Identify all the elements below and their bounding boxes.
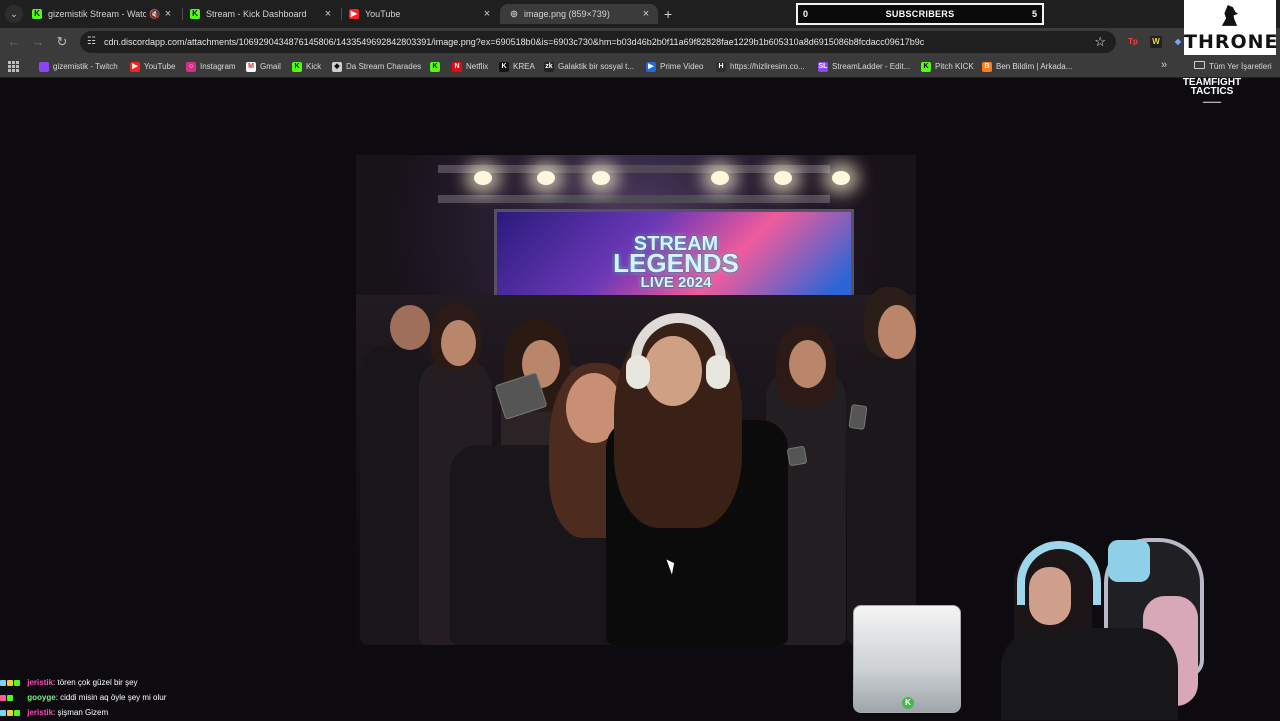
tab-label: YouTube: [365, 9, 401, 19]
close-icon[interactable]: ×: [162, 4, 174, 24]
krea-icon: K: [499, 62, 509, 72]
bookmark-da-stream-charades[interactable]: ◆ Da Stream Charades: [332, 60, 425, 74]
bookmark-instagram[interactable]: ○ Instagram: [186, 60, 241, 74]
reload-button[interactable]: ↻: [52, 32, 72, 52]
browser-toolbar: ← → ↻ ☷ cdn.discordapp.com/attachments/1…: [0, 28, 1280, 56]
twitch-icon: [39, 62, 49, 72]
bookmark-netflix[interactable]: N Netflix: [452, 60, 499, 74]
tab-label: gizemistik Stream - Watch: [48, 9, 146, 19]
youtube-icon: ▶: [349, 9, 359, 19]
bookmark-pitch-kick[interactable]: K Pitch KICK: [921, 60, 974, 74]
bookmark-youtube[interactable]: ▶ YouTube: [130, 60, 180, 74]
stage-truss: [438, 165, 830, 203]
chat-username: jeristik: [27, 678, 54, 687]
bookmark-ben-bildim[interactable]: B Ben Bildim | Arkada...: [982, 60, 1072, 74]
subscriber-goal-overlay: 0 SUBSCRIBERS 5: [796, 3, 1044, 25]
kick-k-icon: K: [32, 9, 42, 19]
kick-k-icon: K: [190, 9, 200, 19]
gmail-icon: M: [246, 62, 256, 72]
bookmark-gizemistik-twitch[interactable]: gizemistik - Twitch: [39, 60, 125, 74]
subscriber-label: SUBSCRIBERS: [885, 9, 955, 19]
url-text: cdn.discordapp.com/attachments/106929043…: [104, 37, 925, 47]
close-icon[interactable]: ×: [322, 4, 334, 24]
chat-text: : tören çok güzel bir şey: [53, 678, 138, 687]
chat-badges: [0, 676, 25, 691]
tft-subtitle-graphic: ━━━━━━: [1202, 100, 1222, 106]
chat-message: jeristik: şişman Gizem: [0, 705, 240, 720]
bookmark-streamladder[interactable]: SL StreamLadder - Edit...: [818, 60, 911, 74]
tab-search-button[interactable]: ⌄: [5, 5, 23, 23]
bookmark-gmail[interactable]: M Gmail: [246, 60, 288, 74]
folder-icon: [1194, 61, 1205, 69]
site-info-icon[interactable]: ☷: [87, 36, 98, 47]
tab-label: image.png (859×739): [524, 9, 610, 19]
stage-logo-line-2: LEGENDS: [613, 248, 739, 278]
throne-lion-icon: [1221, 5, 1238, 26]
tab-label: Stream - Kick Dashboard: [206, 9, 307, 19]
apps-grid-icon[interactable]: [8, 61, 19, 72]
ben-bildim-icon: B: [982, 62, 992, 72]
throne-text: THRONE: [1184, 31, 1279, 53]
chat-text: : şişman Gizem: [53, 708, 109, 717]
webcam-feed: [998, 526, 1268, 720]
chat-message: gooyge: ciddi misin aq öyle şey mi olur: [0, 690, 240, 705]
w-extension-icon[interactable]: W: [1150, 36, 1162, 48]
streamer-headphones: [1017, 541, 1101, 605]
h-icon: H: [716, 62, 726, 72]
tft-bottom-text: TACTICS: [1190, 86, 1234, 97]
kick-logo-icon: K: [902, 697, 914, 709]
zk-icon: zk: [544, 62, 554, 72]
close-icon[interactable]: ×: [640, 4, 652, 24]
teamfight-tactics-logo: TEAMFIGHT TACTICS ━━━━━━: [1182, 78, 1242, 107]
chat-text: : ciddi misin aq öyle şey mi olur: [55, 693, 167, 702]
chat-username: jeristik: [27, 708, 54, 717]
kick-k-icon: K: [921, 62, 931, 72]
instagram-icon: ○: [186, 62, 196, 72]
displayed-image: STREAM LEGENDS LIVE 2024: [356, 155, 916, 645]
bookmark-krea[interactable]: K KREA: [499, 60, 539, 74]
kick-k-icon: K: [430, 62, 440, 72]
bookmark-kick-shortcut[interactable]: K: [430, 60, 442, 74]
tag-icon: ◆: [332, 62, 342, 72]
forward-button[interactable]: →: [28, 32, 48, 52]
streamladder-icon: SL: [818, 62, 828, 72]
youtube-icon: ▶: [130, 62, 140, 72]
bookmark-kick[interactable]: K Kick: [292, 60, 328, 74]
new-tab-button[interactable]: +: [664, 5, 672, 23]
streamer-body: [1001, 628, 1178, 720]
chat-username: gooyge: [27, 693, 56, 702]
netflix-icon: N: [452, 62, 462, 72]
tp-extension-icon[interactable]: Tp: [1127, 36, 1139, 48]
tab-gizemistik-stream[interactable]: K gizemistik Stream - Watch 🔇 ×: [32, 4, 174, 24]
globe-icon: ◎: [510, 9, 518, 18]
webcam-cup: [1108, 540, 1150, 582]
more-bookmarks-icon[interactable]: »: [1161, 59, 1167, 71]
chat-message: jeristik: tören çok güzel bir şey: [0, 675, 240, 690]
chat-badges: [0, 706, 25, 721]
stage-logo-text: STREAM LEGENDS LIVE 2024: [596, 234, 756, 292]
tab-youtube[interactable]: ▶ YouTube ×: [349, 4, 493, 24]
chat-badges: [0, 691, 25, 706]
close-icon[interactable]: ×: [481, 4, 493, 24]
drinking-cup: K: [853, 605, 961, 713]
browser-tab-strip: ⌄ K gizemistik Stream - Watch 🔇 × K Stre…: [0, 0, 1280, 28]
chat-overlay: jeristik: tören çok güzel bir şey gooyge…: [0, 675, 240, 720]
bookmark-hizliresim[interactable]: Hhttps://hizliresim.co...: [716, 60, 810, 74]
throne-logo: THRONE: [1184, 0, 1279, 55]
bookmark-galaktik[interactable]: zk Galaktik bir sosyal t...: [544, 60, 636, 74]
kick-k-icon: K: [292, 62, 302, 72]
bookmark-star-icon[interactable]: ☆: [1094, 31, 1106, 53]
muted-audio-icon[interactable]: 🔇: [149, 4, 160, 24]
address-bar[interactable]: ☷ cdn.discordapp.com/attachments/1069290…: [80, 31, 1116, 53]
tab-image-png-active[interactable]: ◎ image.png (859×739) ×: [500, 4, 658, 24]
extension-icon[interactable]: ◆: [1172, 36, 1184, 48]
subscriber-goal: 5: [1031, 9, 1037, 19]
bookmarks-bar: gizemistik - Twitch ▶ YouTube ○ Instagram …: [0, 56, 1280, 78]
all-bookmarks-link[interactable]: Tüm Yer İşaretleri: [1209, 60, 1272, 74]
bookmark-prime-video[interactable]: ▶ Prime Video: [646, 60, 708, 74]
prime-video-icon: ▶: [646, 62, 656, 72]
tab-kick-dashboard[interactable]: K Stream - Kick Dashboard ×: [190, 4, 334, 24]
back-button[interactable]: ←: [4, 32, 24, 52]
